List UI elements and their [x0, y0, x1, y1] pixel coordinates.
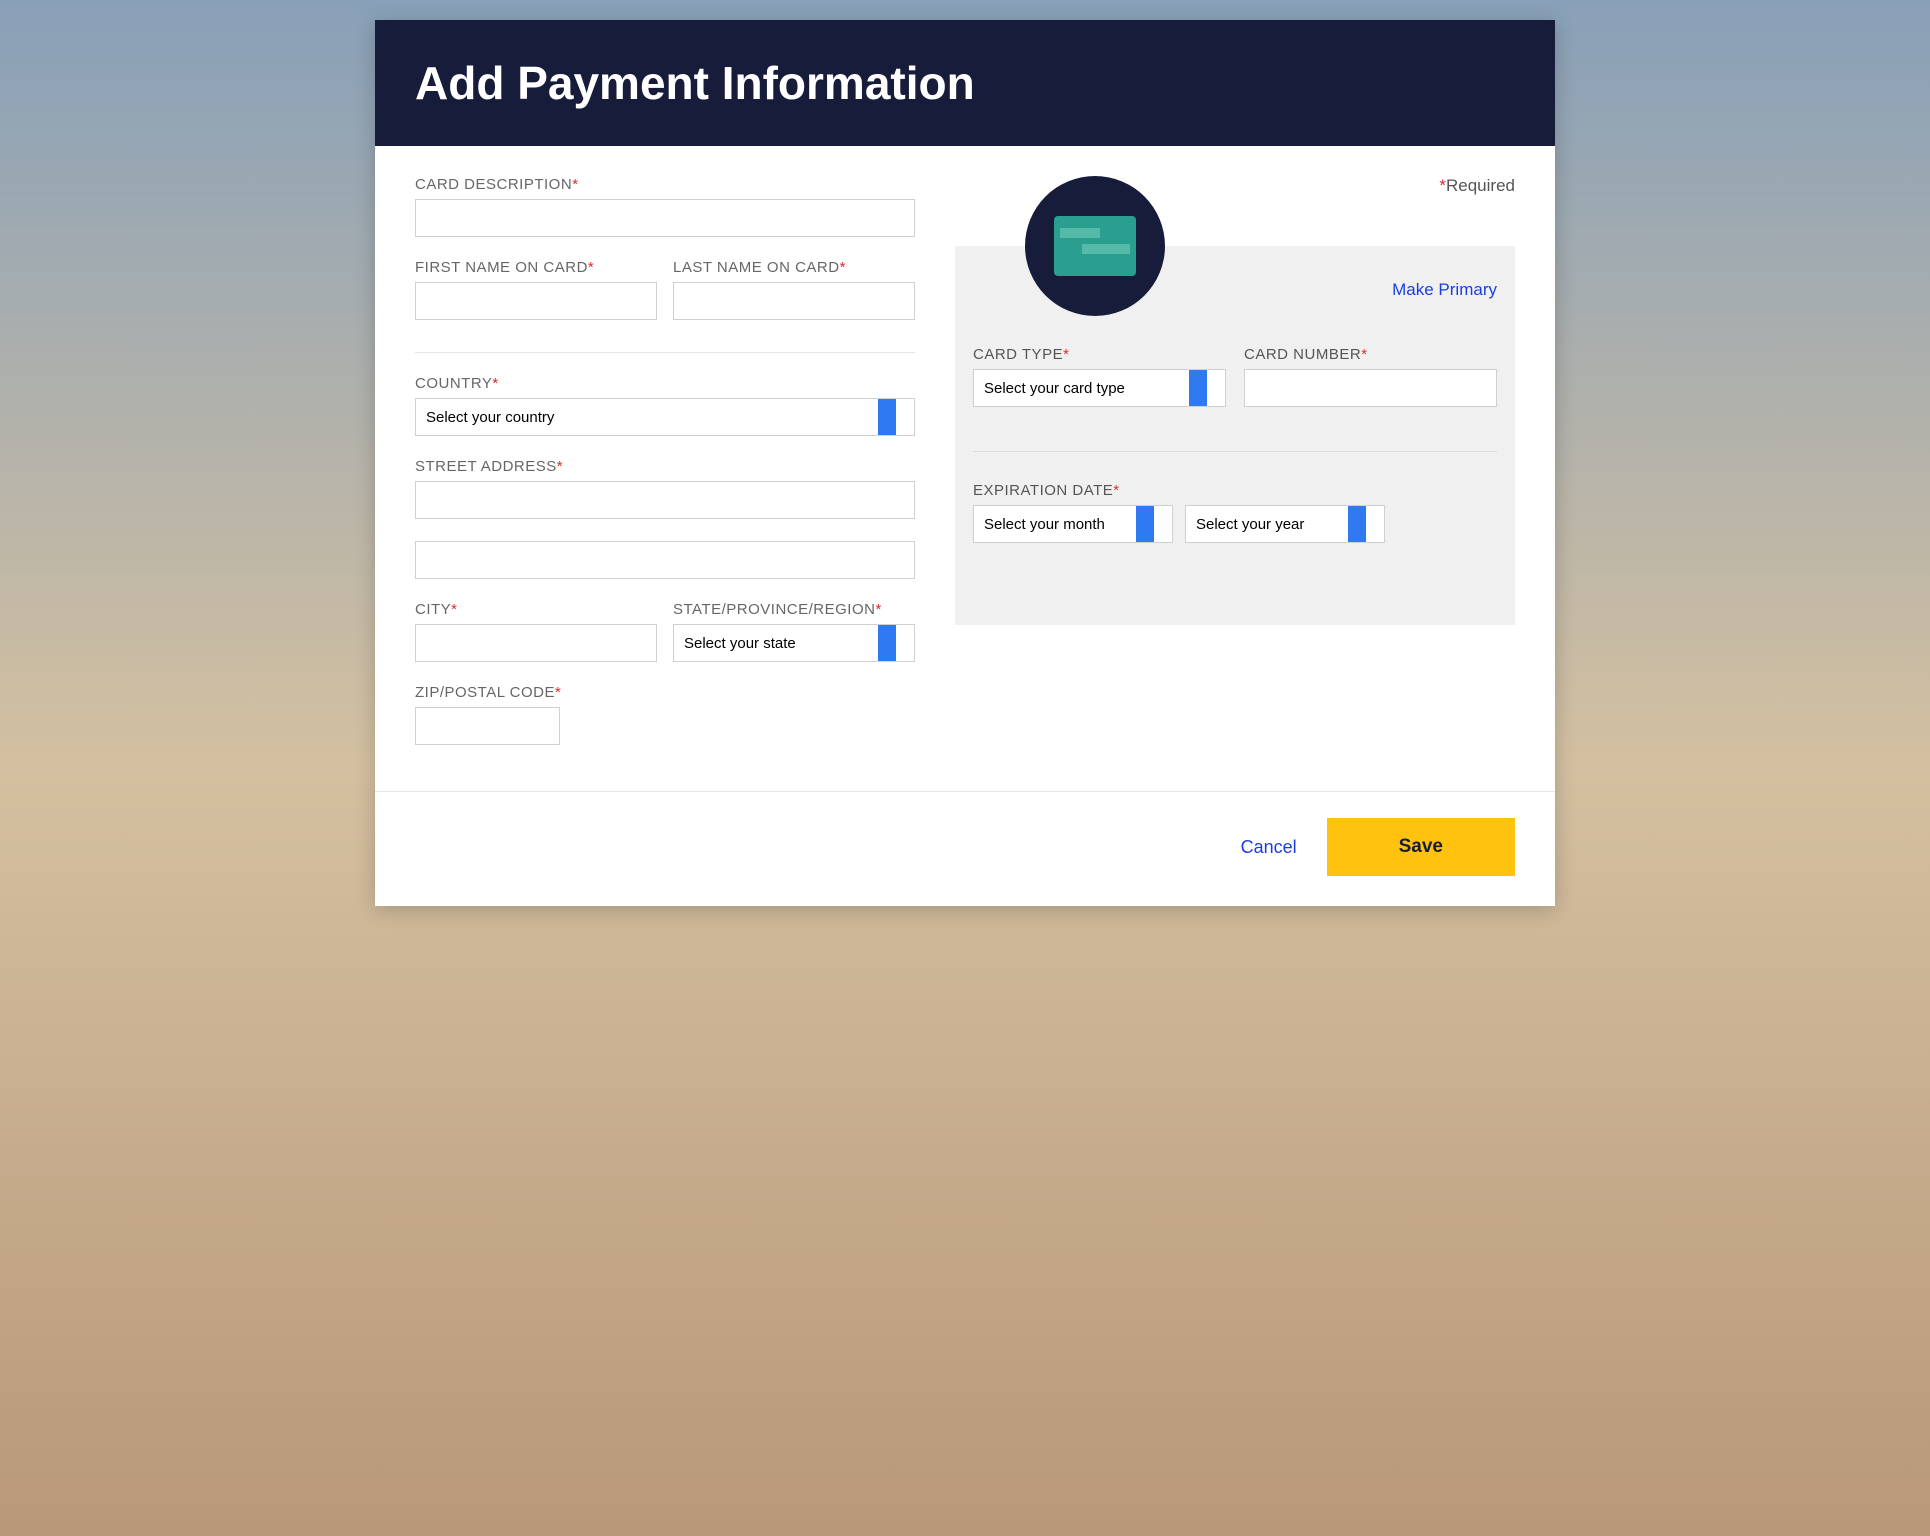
zip-field: ZIP/POSTAL CODE*	[415, 684, 915, 745]
card-description-field: CARD DESCRIPTION*	[415, 176, 915, 237]
card-description-input[interactable]	[415, 199, 915, 237]
cancel-button[interactable]: Cancel	[1241, 837, 1297, 858]
card-number-field: CARD NUMBER*	[1244, 346, 1497, 407]
card-type-select[interactable]: Select your card type	[973, 369, 1226, 407]
panel-body: *Required CARD DESCRIPTION* FIRST NAME O…	[375, 146, 1555, 791]
card-number-input[interactable]	[1244, 369, 1497, 407]
save-button[interactable]: Save	[1327, 818, 1515, 876]
city-input[interactable]	[415, 624, 657, 662]
state-label: STATE/PROVINCE/REGION*	[673, 601, 915, 618]
asterisk-icon: *	[1361, 346, 1367, 363]
last-name-input[interactable]	[673, 282, 915, 320]
name-row: FIRST NAME ON CARD* LAST NAME ON CARD*	[415, 259, 915, 342]
make-primary-link[interactable]: Make Primary	[1392, 280, 1497, 300]
country-field: COUNTRY* Select your country	[415, 375, 915, 436]
asterisk-icon: *	[1113, 482, 1119, 499]
asterisk-icon: *	[588, 259, 594, 276]
card-illustration-circle	[1025, 176, 1165, 316]
state-field: STATE/PROVINCE/REGION* Select your state	[673, 601, 915, 662]
expiration-field: EXPIRATION DATE* Select your month Selec…	[973, 482, 1497, 543]
card-type-field: CARD TYPE* Select your card type	[973, 346, 1226, 407]
expiration-label: EXPIRATION DATE*	[973, 482, 1497, 499]
asterisk-icon: *	[1063, 346, 1069, 363]
asterisk-icon: *	[875, 601, 881, 618]
first-name-input[interactable]	[415, 282, 657, 320]
card-details-box: Make Primary CARD TYPE* Select your card…	[955, 246, 1515, 625]
last-name-label: LAST NAME ON CARD*	[673, 259, 915, 276]
required-asterisk-icon: *	[1439, 176, 1446, 195]
state-select[interactable]: Select your state	[673, 624, 915, 662]
left-column: CARD DESCRIPTION* FIRST NAME ON CARD* LA…	[415, 176, 915, 767]
card-description-label: CARD DESCRIPTION*	[415, 176, 915, 193]
zip-label: ZIP/POSTAL CODE*	[415, 684, 915, 701]
street-address-label: STREET ADDRESS*	[415, 458, 915, 475]
expiration-month-select[interactable]: Select your month	[973, 505, 1173, 543]
panel-header: Add Payment Information	[375, 20, 1555, 146]
right-column: Make Primary CARD TYPE* Select your card…	[955, 246, 1515, 767]
card-type-label: CARD TYPE*	[973, 346, 1226, 363]
last-name-field: LAST NAME ON CARD*	[673, 259, 915, 320]
page-title: Add Payment Information	[415, 56, 1515, 110]
panel-footer: Cancel Save	[375, 791, 1555, 906]
first-name-field: FIRST NAME ON CARD*	[415, 259, 657, 320]
country-select[interactable]: Select your country	[415, 398, 915, 436]
asterisk-icon: *	[555, 684, 561, 701]
asterisk-icon: *	[451, 601, 457, 618]
card-type-number-row: CARD TYPE* Select your card type CARD NU…	[973, 346, 1497, 429]
divider	[973, 451, 1497, 452]
first-name-label: FIRST NAME ON CARD*	[415, 259, 657, 276]
expiration-row: Select your month Select your year	[973, 505, 1497, 543]
expiration-year-select[interactable]: Select your year	[1185, 505, 1385, 543]
divider	[415, 352, 915, 353]
credit-card-icon	[1054, 216, 1136, 276]
payment-panel: Add Payment Information *Required CARD D…	[375, 20, 1555, 906]
city-state-row: CITY* STATE/PROVINCE/REGION* Select your…	[415, 601, 915, 684]
city-field: CITY*	[415, 601, 657, 662]
country-label: COUNTRY*	[415, 375, 915, 392]
asterisk-icon: *	[557, 458, 563, 475]
asterisk-icon: *	[840, 259, 846, 276]
asterisk-icon: *	[492, 375, 498, 392]
street-address-field-2	[415, 541, 915, 579]
required-text: Required	[1446, 176, 1515, 195]
asterisk-icon: *	[572, 176, 578, 193]
card-number-label: CARD NUMBER*	[1244, 346, 1497, 363]
city-label: CITY*	[415, 601, 657, 618]
street-address-input-2[interactable]	[415, 541, 915, 579]
street-address-input-1[interactable]	[415, 481, 915, 519]
required-note: *Required	[1439, 176, 1515, 196]
street-address-field: STREET ADDRESS*	[415, 458, 915, 519]
zip-input[interactable]	[415, 707, 560, 745]
